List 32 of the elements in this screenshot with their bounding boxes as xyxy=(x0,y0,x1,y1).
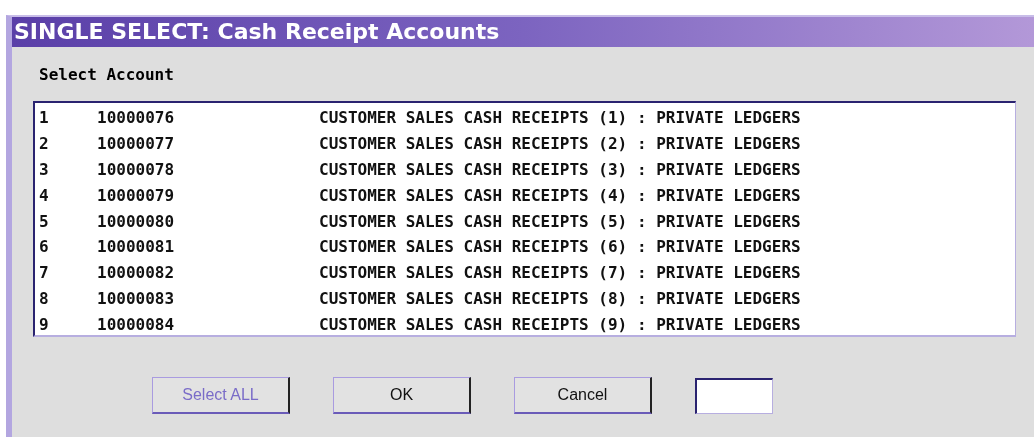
account-number[interactable]: 10000081 xyxy=(97,237,319,257)
account-number[interactable]: 10000083 xyxy=(97,288,319,308)
account-description[interactable]: CUSTOMER SALES CASH RECEIPTS (9) : PRIVATE LEDGERS xyxy=(319,314,801,334)
account-description[interactable]: CUSTOMER SALES CASH RECEIPTS (5) : PRIVATE LEDGERS xyxy=(319,211,801,231)
account-description[interactable]: CUSTOMER SALES CASH RECEIPTS (7) : PRIVATE LEDGERS xyxy=(319,263,801,283)
account-number[interactable]: 10000082 xyxy=(97,263,319,283)
account-number[interactable]: 10000077 xyxy=(97,134,319,154)
account-number[interactable]: 10000084 xyxy=(97,314,319,334)
row-number[interactable]: 4 xyxy=(39,185,97,205)
account-description[interactable]: CUSTOMER SALES CASH RECEIPTS (2) : PRIVATE LEDGERS xyxy=(319,134,801,154)
account-number[interactable]: 10000076 xyxy=(97,108,319,128)
row-number[interactable]: 5 xyxy=(39,211,97,231)
input-field[interactable] xyxy=(695,377,773,414)
account-description[interactable]: CUSTOMER SALES CASH RECEIPTS (6) : PRIVATE LEDGERS xyxy=(319,237,801,257)
account-description[interactable]: CUSTOMER SALES CASH RECEIPTS (4) : PRIVATE LEDGERS xyxy=(319,185,801,205)
dialog-button[interactable]: Cancel xyxy=(514,377,652,414)
account-number[interactable]: 10000078 xyxy=(97,160,319,179)
row-number[interactable]: 1 xyxy=(39,108,97,128)
row-number[interactable]: 7 xyxy=(39,263,97,283)
account-description[interactable]: CUSTOMER SALES CASH RECEIPTS (3) : PRIVATE LEDGERS xyxy=(319,160,801,179)
list-label: Select Account xyxy=(39,65,175,85)
account-number[interactable]: 10000079 xyxy=(97,185,319,205)
account-number[interactable]: 10000080 xyxy=(97,211,319,231)
row-number[interactable]: 8 xyxy=(39,288,97,308)
dialog-button[interactable]: OK xyxy=(333,377,471,414)
row-number[interactable]: 3 xyxy=(39,160,97,179)
row-number[interactable]: 9 xyxy=(39,314,97,334)
row-number[interactable]: 2 xyxy=(39,134,97,154)
account-description[interactable]: CUSTOMER SALES CASH RECEIPTS (8) : PRIVATE LEDGERS xyxy=(319,288,801,308)
window-title: SINGLE SELECT: Cash Receipt Accounts xyxy=(12,17,1034,47)
row-number[interactable]: 6 xyxy=(39,237,97,257)
account-description[interactable]: CUSTOMER SALES CASH RECEIPTS (1) : PRIVATE LEDGERS xyxy=(319,108,801,128)
